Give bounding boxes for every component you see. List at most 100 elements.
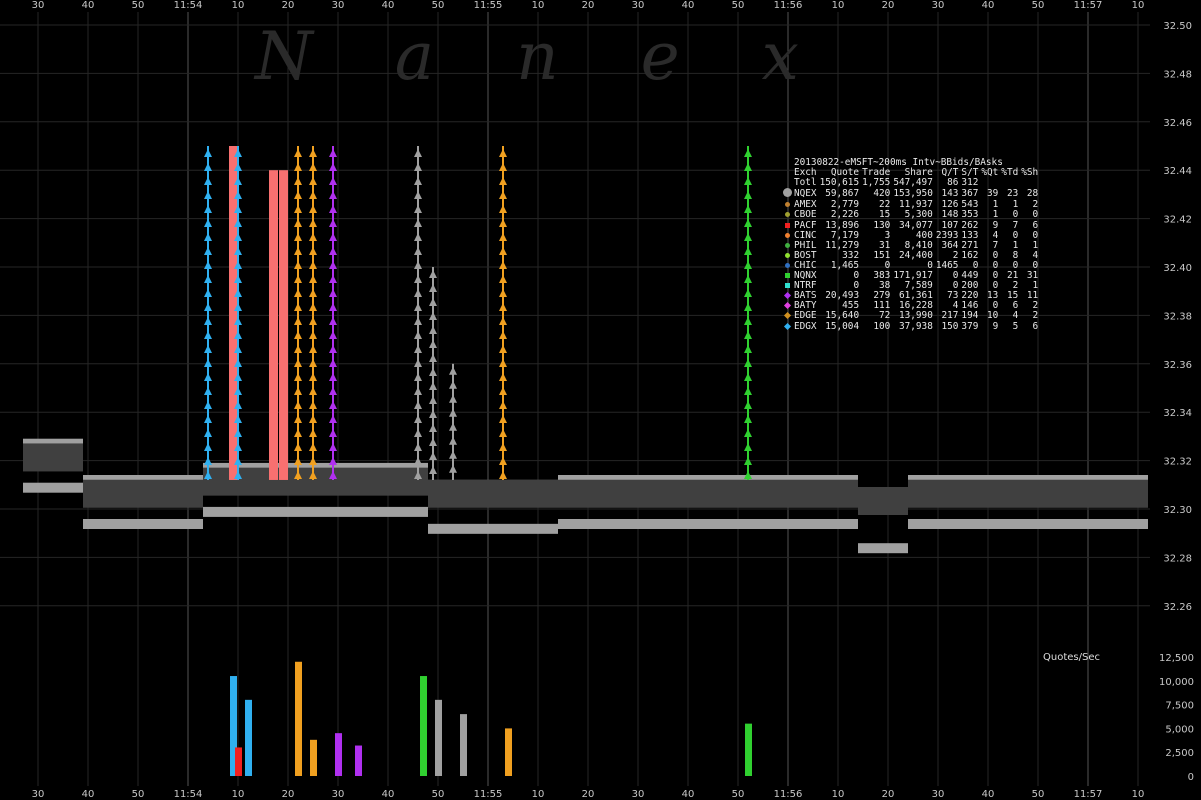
legend-cell-psh: 6 bbox=[1032, 320, 1039, 332]
ask-marker bbox=[309, 415, 317, 423]
ask-marker bbox=[499, 387, 507, 395]
x-tick-label-bottom: 50 bbox=[132, 789, 145, 800]
x-tick-label-bottom: 50 bbox=[432, 789, 445, 800]
ask-marker bbox=[309, 331, 317, 339]
ask-marker bbox=[499, 359, 507, 367]
ask-marker bbox=[429, 396, 437, 404]
ask-marker bbox=[309, 359, 317, 367]
ask-marker bbox=[429, 326, 437, 334]
lower-y-axis: 12,500 10,000 7,500 5,000 2,500 0 bbox=[1159, 653, 1194, 783]
ask-marker bbox=[204, 345, 212, 353]
ask-marker bbox=[329, 331, 337, 339]
rate-tick-label: 10,000 bbox=[1159, 677, 1194, 688]
ask-marker bbox=[329, 387, 337, 395]
ask-marker bbox=[744, 317, 752, 325]
rate-tick-label: 7,500 bbox=[1165, 701, 1194, 712]
x-tick-label-bottom: 10 bbox=[232, 789, 245, 800]
ask-marker bbox=[429, 312, 437, 320]
spread-band bbox=[558, 479, 858, 508]
quote-rate-bar bbox=[295, 661, 302, 776]
legend-marker-icon bbox=[784, 222, 790, 228]
legend-marker bbox=[782, 210, 792, 220]
legend-cell-exch: EDGE bbox=[794, 310, 817, 322]
ask-marker bbox=[414, 429, 422, 437]
x-tick-label-bottom: 50 bbox=[732, 789, 745, 800]
price-tick-label: 32.38 bbox=[1163, 311, 1192, 322]
ask-marker bbox=[499, 247, 507, 255]
ask-marker bbox=[499, 219, 507, 227]
ask-marker bbox=[309, 261, 317, 269]
ask-marker bbox=[204, 149, 212, 157]
legend-marker-icon bbox=[784, 252, 790, 258]
ask-marker bbox=[429, 298, 437, 306]
ask-marker bbox=[414, 261, 422, 269]
legend-marker-icon bbox=[784, 283, 790, 289]
ask-marker bbox=[294, 275, 302, 283]
ask-marker bbox=[309, 275, 317, 283]
ask-marker bbox=[414, 247, 422, 255]
ask-marker bbox=[204, 177, 212, 185]
legend-cell-qt: 150 bbox=[941, 320, 959, 332]
x-tick-label-top: 30 bbox=[332, 0, 345, 11]
ask-marker bbox=[499, 471, 507, 479]
ask-marker bbox=[744, 443, 752, 451]
ask-marker bbox=[429, 382, 437, 390]
ask-marker bbox=[309, 443, 317, 451]
legend-marker bbox=[782, 251, 792, 261]
quote-rate-bar bbox=[335, 733, 342, 776]
ask-marker bbox=[429, 438, 437, 446]
x-tick-label-top: 40 bbox=[82, 0, 95, 11]
ask-marker bbox=[309, 401, 317, 409]
ask-marker bbox=[329, 429, 337, 437]
ask-marker bbox=[414, 233, 422, 241]
quote-rate-bar bbox=[460, 714, 467, 776]
x-tick-label-bottom: 10 bbox=[1132, 789, 1145, 800]
ask-marker bbox=[294, 401, 302, 409]
ask-marker bbox=[449, 464, 457, 473]
ask-marker bbox=[429, 452, 437, 460]
spread-band bbox=[83, 479, 203, 508]
legend-marker-icon bbox=[783, 312, 791, 320]
ask-marker bbox=[449, 408, 457, 417]
ask-marker bbox=[744, 191, 752, 199]
rate-tick-label: 0 bbox=[1188, 772, 1194, 783]
ask-marker bbox=[329, 289, 337, 297]
ask-marker bbox=[414, 415, 422, 423]
ask-marker bbox=[414, 373, 422, 381]
ask-marker bbox=[309, 177, 317, 185]
ask-marker bbox=[204, 415, 212, 423]
x-tick-label-top: 50 bbox=[432, 0, 445, 11]
quote-rate-bar bbox=[245, 699, 252, 776]
ask-marker bbox=[499, 429, 507, 437]
ask-marker bbox=[329, 359, 337, 367]
x-tick-label-bottom: 11:54 bbox=[174, 789, 203, 800]
ask-marker bbox=[429, 368, 437, 376]
ask-marker bbox=[449, 436, 457, 445]
ask-marker bbox=[309, 373, 317, 381]
bid-quote-band bbox=[428, 523, 558, 534]
price-tick-label: 32.40 bbox=[1163, 263, 1192, 274]
ask-marker bbox=[329, 163, 337, 171]
x-axis-top: 30 40 50 11:54 10 20 30 40 50 11:55 10 20 30 40 50 11:5… bbox=[32, 0, 1145, 11]
ask-marker bbox=[309, 429, 317, 437]
legend-cell-exch: EDGX bbox=[794, 320, 817, 332]
legend-marker bbox=[782, 311, 792, 321]
quote-rate-bar bbox=[420, 676, 427, 776]
ask-marker bbox=[414, 205, 422, 213]
price-tick-label: 32.50 bbox=[1163, 21, 1192, 32]
ask-marker bbox=[499, 233, 507, 241]
legend-cell-ptd: 4 bbox=[1012, 310, 1019, 322]
quote-rate-bars bbox=[230, 661, 752, 776]
legend-marker bbox=[782, 322, 792, 332]
legend-cell-trade: 100 bbox=[873, 320, 891, 332]
ask-marker bbox=[204, 219, 212, 227]
legend-marker bbox=[782, 301, 792, 311]
quote-rate-bar bbox=[435, 699, 442, 776]
ask-marker bbox=[414, 443, 422, 451]
ask-marker bbox=[744, 261, 752, 269]
legend-cell-qt: 217 bbox=[941, 310, 959, 322]
ask-marker bbox=[329, 443, 337, 451]
legend-row-edgx: EDGX 15,004 100 37,938 150 379 9 5 6 bbox=[782, 320, 1039, 332]
bid-quote-band bbox=[858, 543, 908, 554]
ask-marker bbox=[204, 247, 212, 255]
